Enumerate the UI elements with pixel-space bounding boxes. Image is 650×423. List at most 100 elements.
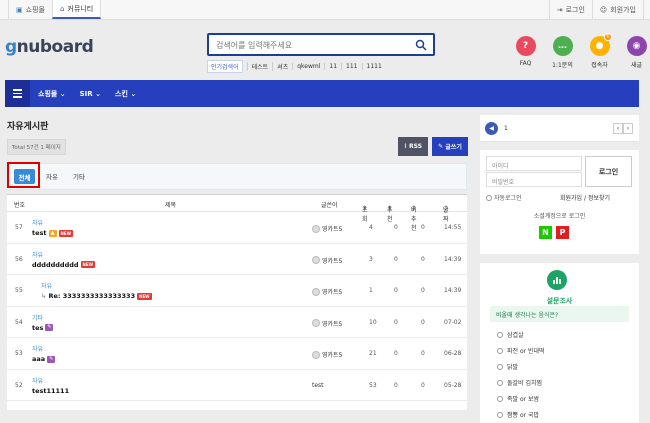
register-link[interactable]: ☺ 회원가입 [591, 0, 644, 19]
row-hit: 3 [369, 255, 373, 263]
notice-count: 1 [504, 125, 508, 132]
popular-keywords: 인기검색어 테스트 셔츠 qkewml 11 111 1111 [207, 60, 386, 73]
home-icon: ⌂ [59, 4, 65, 13]
auto-login-checkbox[interactable]: 자동로그인 [486, 193, 522, 202]
search-input[interactable]: 검색어를 입력해주세요 [207, 33, 435, 56]
row-subject[interactable]: test ▲ NEW [32, 229, 73, 237]
row-subject[interactable]: aaa ✎ [32, 355, 56, 363]
find-link[interactable]: 정보찾기 [588, 195, 610, 202]
sort-icon: ⇕ [443, 205, 449, 212]
new-posts-button[interactable]: ◉ 새글 [623, 36, 650, 69]
row-good: 0 [394, 318, 398, 326]
chevron-down-icon: ⌄ [95, 89, 101, 98]
poll-option[interactable]: 파전 or 빈대떡 [497, 346, 545, 355]
qa-button[interactable]: … 1:1문의 [549, 36, 576, 69]
row-category[interactable]: 자유 [32, 218, 43, 227]
row-author[interactable]: 영카트5 [312, 224, 342, 233]
payco-login-icon[interactable]: P [556, 226, 569, 239]
tab-shop[interactable]: ▣ 쇼핑몰 [8, 0, 52, 19]
site-logo[interactable]: gnuboard [5, 37, 94, 57]
faq-button[interactable]: ? FAQ [512, 36, 539, 69]
nav-item-shop[interactable]: 쇼핑몰 ⌄ [38, 89, 66, 99]
row-author[interactable]: 영카트5 [312, 319, 342, 328]
row-category[interactable]: 자유 [32, 376, 43, 385]
row-bad: 0 [421, 224, 425, 231]
row-author[interactable]: 영카트5 [312, 287, 342, 296]
row-author[interactable]: 영카트5 [312, 350, 342, 359]
login-button[interactable]: 로그인 [585, 156, 632, 187]
id-field[interactable]: 아이디 [486, 156, 582, 171]
row-good: 0 [394, 255, 398, 263]
row-bad: 0 [421, 287, 425, 294]
nav-item-sir[interactable]: SIR ⌄ [80, 90, 101, 98]
keyword-link[interactable]: 11 [324, 63, 341, 70]
naver-login-icon[interactable]: N [539, 226, 552, 239]
keyword-link[interactable]: 테스트 [246, 62, 273, 71]
chevron-right-icon[interactable]: › [623, 123, 633, 134]
category-etc[interactable]: 기타 [73, 171, 85, 181]
row-subject[interactable]: tes ✎ [32, 324, 54, 332]
visitors-button[interactable]: ● 6 접속자 [586, 33, 613, 69]
login-links: 회원가입 / 정보찾기 [560, 195, 611, 202]
keyword-link[interactable]: 1111 [361, 63, 386, 70]
search-icon[interactable] [415, 39, 427, 51]
avatar [312, 319, 320, 327]
menu-icon[interactable] [5, 80, 30, 107]
col-num: 번호 [14, 202, 26, 209]
keyword-link[interactable]: 111 [341, 63, 361, 70]
chevron-left-icon[interactable]: ‹ [613, 123, 623, 134]
row-subject-text: dddddddddd [32, 260, 79, 269]
avatar [312, 224, 320, 233]
table-row[interactable]: 53 자유 aaa ✎ 영카트5 21 0 0 06-28 [7, 338, 467, 370]
password-field[interactable]: 비밀번호 [486, 172, 582, 187]
row-author[interactable]: 영카트5 [312, 256, 342, 265]
table-row[interactable]: 57 자유 test ▲ NEW 영카트5 4 0 0 14:55 [7, 212, 467, 244]
row-good: 0 [394, 381, 398, 389]
col-subject: 제목 [165, 202, 177, 209]
row-bad: 0 [421, 350, 425, 357]
page-title: 자유게시판 [7, 122, 49, 132]
poll-option[interactable]: 짬뽕 or 국밥 [497, 410, 539, 419]
poll-option[interactable]: 삼겹살 [497, 330, 524, 339]
row-num: 55 [15, 287, 23, 294]
rss-button[interactable]: ⌇ RSS [398, 137, 428, 156]
row-subject[interactable]: dddddddddd NEW [32, 260, 96, 269]
table-row[interactable]: 55 자유 ↳ Re: 3333333333333333 NEW 영카트5 1 0 … [7, 275, 467, 307]
row-author-name: 영카트5 [322, 226, 343, 233]
row-hit: 21 [369, 350, 377, 357]
avatar [312, 350, 320, 359]
poll-option[interactable]: 닭발 [497, 362, 518, 371]
poll-option[interactable]: 돌갈비 김치찜 [497, 378, 542, 387]
row-category[interactable]: 자유 [32, 344, 43, 353]
row-category[interactable]: 자유 [32, 250, 43, 259]
quick-label: 접속자 [591, 62, 608, 69]
poll-option-label: 파전 or 빈대떡 [507, 348, 545, 355]
category-free[interactable]: 자유 [46, 171, 58, 181]
poll-option[interactable]: 족발 or 보쌈 [497, 394, 539, 403]
row-bad: 0 [421, 381, 425, 389]
row-hit: 53 [369, 381, 377, 389]
row-category[interactable]: 자유 [41, 281, 52, 290]
table-row[interactable]: 54 기타 tes ✎ 영카트5 10 0 0 07-02 [7, 307, 467, 338]
row-category[interactable]: 기타 [32, 313, 43, 322]
row-date: 14:39 [444, 287, 462, 294]
row-author[interactable]: test [312, 382, 324, 389]
row-author-name: 영카트5 [322, 289, 343, 296]
write-button[interactable]: ✎ 글쓰기 [432, 137, 468, 156]
tab-community[interactable]: ⌂ 커뮤니티 [51, 0, 102, 19]
login-link[interactable]: ⇥ 로그인 [548, 0, 592, 19]
search-placeholder: 검색어를 입력해주세요 [216, 41, 293, 50]
keyword-link[interactable]: qkewml [292, 63, 324, 70]
row-subject-text: test11111 [32, 386, 70, 395]
visitor-count-badge: 6 [604, 33, 612, 41]
poll-option-label: 짬뽕 or 국밥 [507, 412, 540, 419]
nav-item-skin[interactable]: 스킨 ⌄ [115, 89, 136, 99]
table-row[interactable]: 56 자유 dddddddddd NEW 영카트5 3 0 0 14:39 [7, 244, 467, 275]
chat-icon: … [552, 36, 573, 56]
table-row[interactable]: 52 자유 test11111 test 53 0 0 05-28 [7, 370, 467, 401]
row-subject[interactable]: ↳ Re: 3333333333333333 NEW [41, 292, 152, 300]
row-subject[interactable]: test11111 [32, 387, 69, 395]
join-link[interactable]: 회원가입 [560, 195, 582, 202]
checkbox-icon [486, 194, 492, 201]
keyword-link[interactable]: 셔츠 [272, 62, 292, 71]
